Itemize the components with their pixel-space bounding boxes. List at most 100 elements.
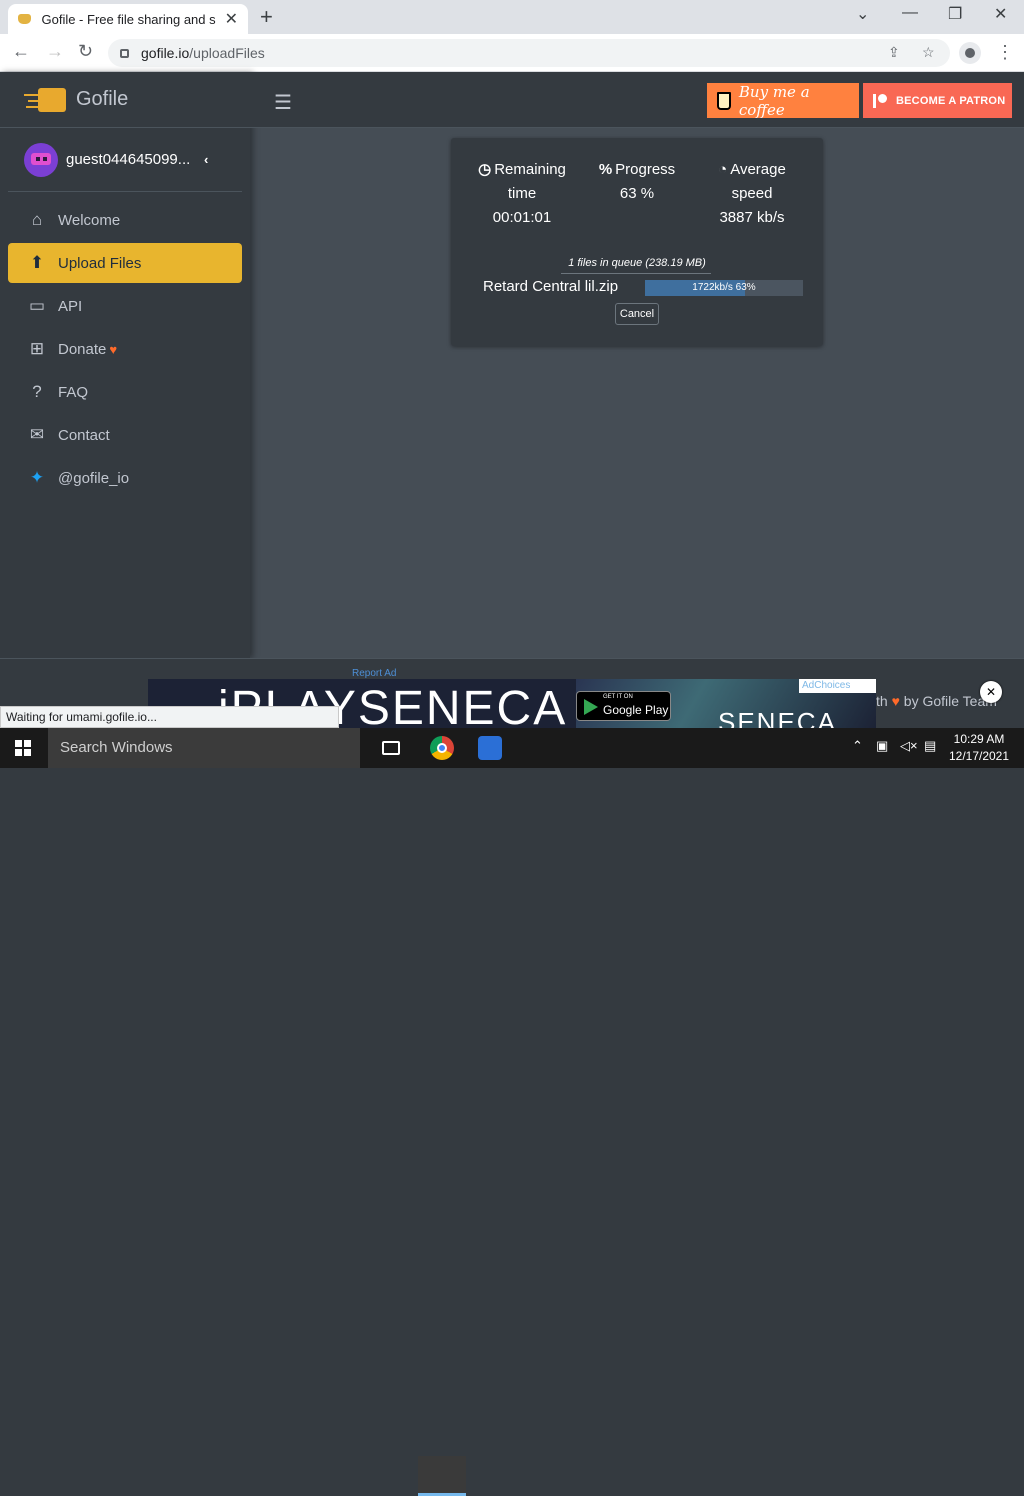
taskbar-clock[interactable]: 10:29 AM 12/17/2021	[944, 731, 1014, 765]
progress-stat: % Progress 63 %	[582, 158, 692, 206]
minimize-icon[interactable]: —	[902, 4, 918, 22]
hamburger-menu-icon[interactable]: ☰	[274, 90, 292, 115]
sidebar-item-faq[interactable]: ? FAQ	[8, 372, 242, 412]
ad-close-icon[interactable]: ✕	[980, 681, 1002, 703]
heart-icon: ♥	[109, 341, 118, 357]
sidebar-item-upload-files[interactable]: ⬆ Upload Files	[8, 243, 242, 283]
sidebar-item-twitter[interactable]: ✦ @gofile_io	[8, 458, 242, 498]
url-domain: gofile.io	[141, 45, 190, 61]
cancel-button[interactable]: Cancel	[615, 303, 659, 325]
coffee-cup-icon	[717, 91, 731, 110]
laptop-code-icon: ▭	[28, 296, 46, 315]
network-icon[interactable]: ▣	[876, 738, 888, 754]
window-close-icon[interactable]: ✕	[994, 4, 1007, 24]
google-play-badge[interactable]: GET IT ON Google Play	[576, 691, 671, 721]
remaining-value: 00:01:01	[492, 209, 552, 226]
adchoices-link[interactable]: AdChoices	[799, 679, 876, 693]
remaining-label: Remaining	[494, 161, 566, 178]
buy-me-a-coffee-button[interactable]: Buy me a coffee	[707, 82, 859, 119]
sidebar-item-donate[interactable]: ⊞ Donate ♥	[8, 329, 242, 369]
heart-icon: ♥	[891, 693, 900, 709]
sidebar-item-label: Welcome	[58, 211, 121, 229]
browser-menu-icon[interactable]: ⋮	[996, 42, 1014, 63]
gofile-favicon-icon	[18, 14, 32, 24]
speed-value: 3887 kb/s	[719, 209, 785, 226]
sidebar-menu: ⌂ Welcome ⬆ Upload Files ▭ API ⊞ Donate …	[0, 192, 250, 509]
patreon-icon	[873, 93, 887, 108]
sidebar-item-label: Donate	[58, 340, 107, 358]
file-progress-label: 1722kb/s 63%	[692, 282, 756, 293]
forward-icon[interactable]: →	[46, 41, 64, 62]
task-view-icon[interactable]	[382, 741, 400, 755]
remaining-time-stat: ◷ Remaining time 00:01:01	[467, 158, 577, 230]
average-speed-stat: ◔ Average speed 3887 kb/s	[697, 158, 807, 230]
share-icon[interactable]: ⇪	[888, 44, 900, 61]
clock-icon: ◷	[478, 161, 492, 178]
google-play-icon	[584, 699, 598, 715]
volume-muted-icon[interactable]: ◁×	[900, 738, 918, 754]
tab-search-chevron-icon[interactable]: ⌄	[856, 4, 869, 24]
username: guest044645099...	[66, 151, 191, 168]
gofile-logo-icon	[24, 86, 68, 114]
tray-chevron-icon[interactable]: ⌃	[852, 738, 863, 754]
back-icon[interactable]: ←	[12, 41, 30, 62]
remaining-label-2: time	[507, 185, 537, 202]
url-path: /uploadFiles	[189, 45, 265, 61]
user-panel[interactable]: guest044645099... ‹	[8, 128, 242, 192]
restore-icon[interactable]: ❐	[948, 4, 962, 24]
sidebar-item-api[interactable]: ▭ API	[8, 286, 242, 326]
chrome-taskbar-highlight	[418, 1456, 466, 1496]
home-icon: ⌂	[31, 210, 43, 229]
file-name: Retard Central lil.zip	[483, 278, 619, 295]
avatar	[24, 142, 58, 177]
become-a-patron-button[interactable]: BECOME A PATRON	[863, 83, 1012, 118]
reload-icon[interactable]: ↻	[78, 41, 93, 62]
address-bar[interactable]: gofile.io/uploadFiles ⇪ ☆	[108, 39, 950, 67]
progress-label: Progress	[615, 161, 676, 178]
browser-tab[interactable]: Gofile - Free file sharing and s ✕	[8, 4, 248, 34]
footer-credits: th ♥ by Gofile Team	[876, 693, 997, 709]
sidebar-item-label: @gofile_io	[58, 469, 130, 487]
envelope-icon: ✉	[29, 425, 45, 444]
question-circle-icon: ?	[32, 382, 42, 401]
sidebar-item-label: Contact	[58, 426, 110, 444]
coffee-label: Buy me a coffee	[738, 82, 810, 119]
browser-tab-strip: Gofile - Free file sharing and s ✕ + ⌄ —…	[0, 0, 1024, 34]
file-upload-icon: ⬆	[29, 253, 45, 272]
ad-brand-text-2: SENECA	[718, 707, 837, 728]
notifications-icon[interactable]: ▤	[924, 738, 936, 754]
sidebar-item-label: FAQ	[58, 383, 89, 401]
report-ad-link[interactable]: Report Ad	[352, 668, 396, 679]
chrome-icon[interactable]	[430, 736, 454, 760]
patron-label: BECOME A PATRON	[896, 94, 1006, 107]
clock-date: 12/17/2021	[948, 749, 1010, 763]
progress-value: 63 %	[619, 185, 655, 202]
sidebar-item-contact[interactable]: ✉ Contact	[8, 415, 242, 455]
sidebar-item-label: API	[58, 297, 83, 315]
top-navbar: ☰ Buy me a coffee BECOME A PATRON	[250, 72, 1024, 128]
percent-icon: %	[598, 161, 613, 178]
speed-label: Average	[730, 161, 786, 178]
profile-avatar-icon[interactable]	[959, 42, 981, 64]
windows-taskbar: Search Windows ⌃ ▣ ◁× ▤ 10:29 AM 12/17/2…	[0, 728, 1024, 1496]
taskbar-search-input[interactable]: Search Windows	[48, 728, 360, 768]
windows-start-icon[interactable]	[15, 740, 31, 756]
lock-icon	[120, 48, 129, 58]
sidebar-item-welcome[interactable]: ⌂ Welcome	[8, 200, 242, 240]
file-progress-bar: 1722kb/s 63%	[645, 280, 803, 296]
address-toolbar: ← → ↻ gofile.io/uploadFiles ⇪ ☆ ⋮	[0, 34, 1024, 72]
brand-link[interactable]: Gofile	[0, 72, 250, 128]
bookmark-star-icon[interactable]: ☆	[922, 44, 935, 61]
tab-title: Gofile - Free file sharing and s	[41, 11, 216, 27]
browser-status-bar: Waiting for umami.gofile.io...	[0, 706, 339, 728]
sidebar-item-label: Upload Files	[58, 254, 142, 272]
brand-name: Gofile	[76, 88, 129, 110]
queue-summary: 1 files in queue (238.19 MB)	[568, 257, 706, 269]
tab-close-icon[interactable]: ✕	[225, 9, 238, 29]
page-content: Gofile guest044645099... ‹ ⌂ Welcome ⬆ U…	[0, 72, 1024, 728]
new-tab-icon[interactable]: +	[260, 4, 273, 30]
chevron-left-icon[interactable]: ‹	[204, 152, 208, 167]
divider	[561, 273, 711, 274]
messaging-icon[interactable]	[478, 736, 502, 760]
speedometer-icon: ◔	[718, 161, 728, 178]
